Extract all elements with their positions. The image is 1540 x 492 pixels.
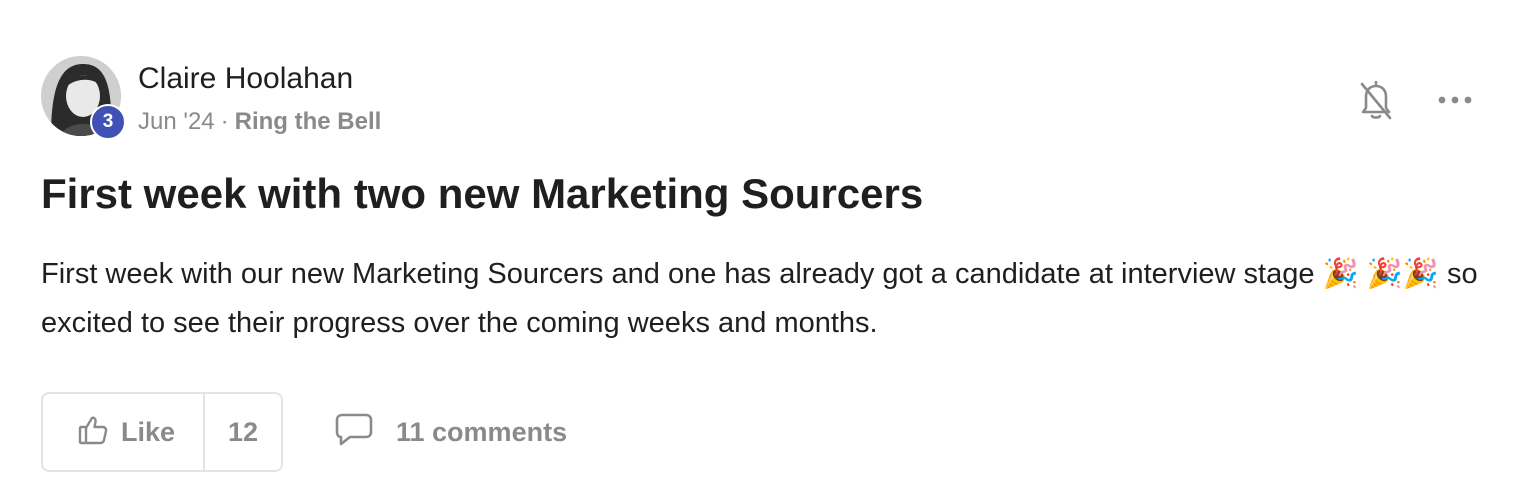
bell-off-icon[interactable] [1358,78,1394,122]
post-date: Jun '24 [138,108,215,135]
meta-separator: · [220,108,229,135]
like-count[interactable]: 12 [205,417,281,448]
post-card: 3 Claire Hoolahan Jun '24 · Ring the Bell … [0,0,1540,492]
post-body: First week with our new Marketing Source… [41,258,1478,339]
space-link[interactable]: Ring the Bell [235,108,382,135]
author-name[interactable]: Claire Hoolahan [138,62,353,96]
like-group: Like 12 [41,392,283,472]
like-button[interactable]: Like [43,394,205,470]
comments-button[interactable]: 11 comments [334,412,567,452]
comments-label: 11 comments [396,416,568,447]
post-title[interactable]: First week with two new Marketing Source… [41,170,923,218]
post-meta: Jun '24 · Ring the Bell [138,108,381,136]
like-label: Like [121,416,176,447]
author-avatar-wrapper[interactable]: 3 [41,56,126,140]
level-badge: 3 [90,104,126,140]
thumbs-up-icon [77,414,109,451]
more-horizontal-icon[interactable] [1436,88,1474,112]
comment-bubble-icon [334,412,374,453]
